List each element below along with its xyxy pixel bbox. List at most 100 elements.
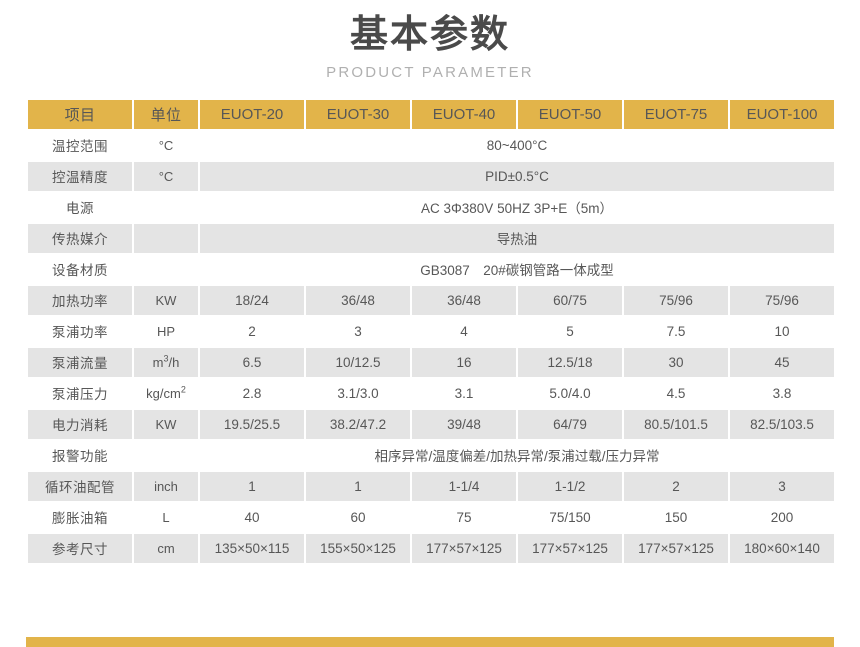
column-header-m20: EUOT-20 [200,99,304,129]
row-value: 18/24 [200,285,304,315]
table-row: 设备材质 GB3087 20#碳钢管路一体成型 [28,254,834,284]
column-header-m75: EUOT-75 [624,99,728,129]
row-unit [134,440,198,470]
row-value: 7.5 [624,316,728,346]
row-value: 3.8 [730,378,834,408]
table-row: 泵浦流量 m3/h 6.5 10/12.5 16 12.5/18 30 45 [28,347,834,377]
row-value: 80.5/101.5 [624,409,728,439]
row-label: 膨胀油箱 [28,502,132,532]
row-value: 177×57×125 [624,533,728,563]
row-value: 4 [412,316,516,346]
row-value: 2.8 [200,378,304,408]
row-unit [134,223,198,253]
row-label: 循环油配管 [28,471,132,501]
row-merged-value: AC 3Φ380V 50HZ 3P+E（5m） [200,192,834,222]
row-value: 75 [412,502,516,532]
row-value: 75/96 [624,285,728,315]
row-label: 控温精度 [28,161,132,191]
table-row: 循环油配管 inch 1 1 1-1/4 1-1/2 2 3 [28,471,834,501]
row-value: 177×57×125 [412,533,516,563]
row-value: 1 [306,471,410,501]
column-header-m30: EUOT-30 [306,99,410,129]
spec-table: 项目 单位 EUOT-20 EUOT-30 EUOT-40 EUOT-50 EUOT-75 E… [26,98,836,565]
row-value: 1-1/2 [518,471,622,501]
row-merged-value: GB3087 20#碳钢管路一体成型 [200,254,834,284]
row-label: 设备材质 [28,254,132,284]
row-unit: KW [134,285,198,315]
row-value: 2 [624,471,728,501]
row-merged-value: PID±0.5°C [200,161,834,191]
row-value: 5 [518,316,622,346]
row-label: 报警功能 [28,440,132,470]
table-row: 膨胀油箱 L 40 60 75 75/150 150 200 [28,502,834,532]
row-value: 40 [200,502,304,532]
row-value: 5.0/4.0 [518,378,622,408]
row-label: 电力消耗 [28,409,132,439]
row-value: 12.5/18 [518,347,622,377]
row-merged-value: 导热油 [200,223,834,253]
page-title: 基本参数 [349,14,510,56]
row-unit: °C [134,130,198,160]
row-unit [134,192,198,222]
row-value: 16 [412,347,516,377]
row-label: 加热功率 [28,285,132,315]
page-subtitle: PRODUCT PARAMETER [326,63,534,81]
row-value: 3 [306,316,410,346]
row-value: 1-1/4 [412,471,516,501]
table-row: 泵浦压力 kg/cm2 2.8 3.1/3.0 3.1 5.0/4.0 4.5 3.8 [28,378,834,408]
row-value: 4.5 [624,378,728,408]
row-value: 36/48 [412,285,516,315]
table-row: 传热媒介 导热油 [28,223,834,253]
row-value: 3.1 [412,378,516,408]
row-value: 45 [730,347,834,377]
row-label: 电源 [28,192,132,222]
table-row: 参考尺寸 cm 135×50×115 155×50×125 177×57×125 177×… [28,533,834,563]
table-header-row: 项目 单位 EUOT-20 EUOT-30 EUOT-40 EUOT-50 EUOT-75 E… [28,99,834,129]
table-row: 泵浦功率 HP 2 3 4 5 7.5 10 [28,316,834,346]
row-merged-value: 相序异常/温度偏差/加热异常/泵浦过载/压力异常 [200,440,834,470]
row-value: 82.5/103.5 [730,409,834,439]
column-header-m40: EUOT-40 [412,99,516,129]
row-label: 温控范围 [28,130,132,160]
row-value: 39/48 [412,409,516,439]
row-value: 180×60×140 [730,533,834,563]
column-header-m100: EUOT-100 [730,99,834,129]
row-value: 6.5 [200,347,304,377]
table-row: 电源 AC 3Φ380V 50HZ 3P+E（5m） [28,192,834,222]
row-value: 30 [624,347,728,377]
row-label: 泵浦流量 [28,347,132,377]
spec-table-body: 温控范围 °C 80~400°C 控温精度 °C PID±0.5°C 电源 AC 3Φ380V… [28,130,834,563]
row-value: 36/48 [306,285,410,315]
row-value: 19.5/25.5 [200,409,304,439]
row-value: 3.1/3.0 [306,378,410,408]
table-row: 报警功能 相序异常/温度偏差/加热异常/泵浦过载/压力异常 [28,440,834,470]
table-row: 电力消耗 KW 19.5/25.5 38.2/47.2 39/48 64/79 80.5/1… [28,409,834,439]
row-unit: kg/cm2 [134,378,198,408]
row-unit: cm [134,533,198,563]
row-value: 75/150 [518,502,622,532]
row-value: 60/75 [518,285,622,315]
row-value: 177×57×125 [518,533,622,563]
row-label: 传热媒介 [28,223,132,253]
row-value: 1 [200,471,304,501]
row-value: 75/96 [730,285,834,315]
row-label: 泵浦功率 [28,316,132,346]
row-merged-value: 80~400°C [200,130,834,160]
table-row: 温控范围 °C 80~400°C [28,130,834,160]
row-unit: L [134,502,198,532]
row-value: 10/12.5 [306,347,410,377]
row-unit: °C [134,161,198,191]
row-unit: m3/h [134,347,198,377]
row-value: 2 [200,316,304,346]
row-unit [134,254,198,284]
row-unit: inch [134,471,198,501]
row-unit: KW [134,409,198,439]
column-header-item: 项目 [28,99,132,129]
row-value: 150 [624,502,728,532]
row-value: 60 [306,502,410,532]
row-unit: HP [134,316,198,346]
row-value: 10 [730,316,834,346]
spec-table-wrap: 项目 单位 EUOT-20 EUOT-30 EUOT-40 EUOT-50 EUOT-75 E… [26,98,834,565]
spec-table-head: 项目 单位 EUOT-20 EUOT-30 EUOT-40 EUOT-50 EUOT-75 E… [28,99,834,129]
row-label: 参考尺寸 [28,533,132,563]
